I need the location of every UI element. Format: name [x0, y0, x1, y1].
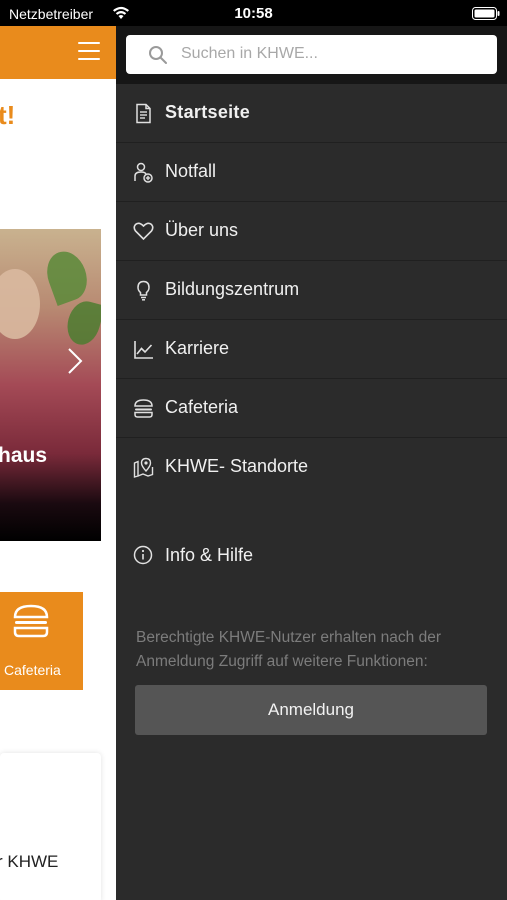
map-pin-icon [133, 457, 154, 478]
search-placeholder: Suchen in KHWE... [181, 45, 318, 62]
menu-item-label: Notfall [165, 161, 217, 181]
background-app: t! haus Cafeteria [0, 26, 116, 900]
status-bar: Netzbetreiber 10:58 [0, 0, 507, 26]
info-icon [133, 545, 153, 565]
menu-item-label: KHWE- Standorte [165, 456, 309, 476]
menu-item-notfall[interactable]: Notfall [116, 143, 507, 202]
app-header [0, 26, 116, 79]
menu-item-label: Info & Hilfe [165, 545, 254, 565]
cafeteria-tile[interactable]: Cafeteria [0, 592, 83, 690]
hero-image[interactable] [0, 229, 101, 541]
menu-item-cafeteria[interactable]: Cafeteria [116, 379, 507, 438]
menu-item-startseite[interactable]: Startseite [116, 84, 507, 143]
info-card[interactable] [0, 753, 101, 900]
navigation-drawer: Suchen in KHWE... Startseite Notfall Übe… [116, 26, 507, 900]
heart-icon [133, 222, 154, 241]
status-time: 10:58 [234, 5, 273, 22]
search-bar-container: Suchen in KHWE... [116, 26, 507, 84]
hamburger-menu-icon[interactable] [78, 42, 100, 60]
login-note: Berechtigte KHWE-Nutzer erhalten nach de… [136, 629, 441, 670]
menu-item-label: Startseite [165, 102, 251, 122]
chart-line-icon [134, 341, 153, 359]
headline-fragment: t! [0, 100, 16, 130]
menu-item-bildungszentrum[interactable]: Bildungszentrum [116, 261, 507, 320]
drawer-menu: Startseite Notfall Über uns Bildungszent… [116, 84, 507, 497]
menu-item-ueber-uns[interactable]: Über uns [116, 202, 507, 261]
battery-icon [472, 7, 500, 20]
tile-label: Cafeteria [4, 662, 61, 678]
lightbulb-icon [137, 280, 150, 301]
search-icon [149, 46, 167, 64]
menu-item-label: Über uns [165, 220, 239, 240]
document-icon [136, 103, 151, 124]
menu-item-karriere[interactable]: Karriere [116, 320, 507, 379]
menu-item-info-hilfe[interactable]: Info & Hilfe [116, 531, 507, 579]
burger-icon [13, 604, 49, 638]
card-text-fragment: r KHWE [0, 852, 59, 871]
menu-item-standorte[interactable]: KHWE- Standorte [116, 438, 507, 497]
menu-item-label: Cafeteria [165, 397, 239, 417]
login-button[interactable]: Anmeldung [135, 685, 487, 735]
menu-item-label: Bildungszentrum [165, 279, 300, 299]
hero-caption: haus [0, 444, 48, 467]
emergency-icon [134, 162, 153, 183]
search-input[interactable]: Suchen in KHWE... [126, 35, 497, 74]
menu-item-label: Karriere [165, 338, 230, 358]
burger-icon [134, 399, 153, 418]
chevron-right-icon[interactable] [66, 347, 84, 375]
